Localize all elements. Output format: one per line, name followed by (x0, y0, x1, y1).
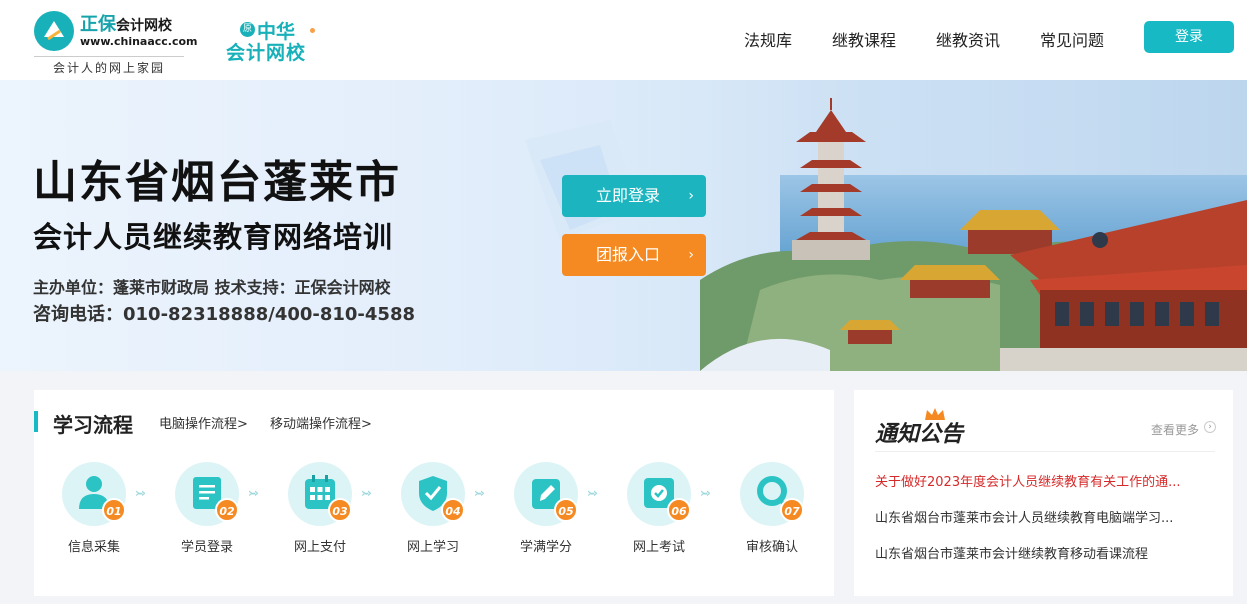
step-arrow-icon: ›-› (248, 486, 259, 500)
step-label: 学员登录 (180, 540, 233, 555)
hero-banner: 山东省烟台蓬莱市 会计人员继续教育网络培训 主办单位：蓬莱市财政局 技术支持：正… (0, 80, 1247, 371)
nav-news[interactable]: 继教资讯 (936, 27, 1000, 51)
banner-organizer: 主办单位：蓬莱市财政局 技术支持：正保会计网校 (33, 278, 391, 297)
step-complete-credits[interactable]: 05 (514, 462, 578, 526)
step-number: 03 (328, 498, 352, 522)
chevron-right-icon: › (688, 188, 694, 204)
step-arrow-icon: ›-› (587, 486, 598, 500)
banner-subtitle: 会计人员继续教育网络培训 (33, 220, 394, 254)
step-label: 网上学习 (406, 540, 459, 555)
site-header: 正保会计网校 www.chinaacc.com 会计人的网上家园 原 中华 会计… (0, 0, 1247, 80)
study-process-title: 学习流程 (53, 413, 133, 437)
logo-slogan: 会计人的网上家园 (34, 56, 184, 76)
step-online-learning[interactable]: 04 (401, 462, 465, 526)
step-info-collection[interactable]: 01 (62, 462, 126, 526)
notice-card: 通知公告 查看更多 › 关于做好2023年度会计人员继续教育有关工作的通... … (854, 390, 1233, 596)
step-number: 01 (102, 498, 126, 522)
step-student-login[interactable]: 02 (175, 462, 239, 526)
step-number: 04 (441, 498, 465, 522)
step-number: 02 (215, 498, 239, 522)
login-now-button[interactable]: 立即登录 › (562, 175, 706, 217)
logo2-badge: 原 (240, 22, 255, 37)
section-accent-bar (34, 411, 38, 432)
chinaacc-logo[interactable]: 正保会计网校 www.chinaacc.com 会计人的网上家园 (34, 9, 198, 76)
step-arrow-icon: ›-› (361, 486, 372, 500)
step-label: 审核确认 (745, 540, 798, 555)
group-register-label: 团报入口 (596, 245, 661, 264)
notice-item[interactable]: 关于做好2023年度会计人员继续教育有关工作的通... (875, 471, 1205, 490)
pc-guide-link[interactable]: 电脑操作流程> (159, 413, 248, 432)
logo2-dot (310, 28, 315, 33)
banner-hotline: 咨询电话：010-82318888/400-810-4588 (33, 304, 415, 325)
banner-title: 山东省烟台蓬莱市 (33, 157, 401, 208)
header-login-button[interactable]: 登录 (1144, 21, 1234, 53)
step-arrow-icon: ›-› (700, 486, 711, 500)
logo2-line2: 会计网校 (226, 42, 307, 64)
step-number: 06 (667, 498, 691, 522)
step-online-payment[interactable]: 03 (288, 462, 352, 526)
step-arrow-icon: ›-› (474, 486, 485, 500)
nav-faq[interactable]: 常见问题 (1040, 27, 1104, 51)
study-process-card: 学习流程 电脑操作流程> 移动端操作流程> 01 信息采集 ›-› 02 学员登… (34, 390, 834, 596)
step-arrow-icon: ›-› (135, 486, 146, 500)
divider (875, 451, 1215, 452)
nav-laws[interactable]: 法规库 (744, 27, 792, 51)
logo-url: www.chinaacc.com (80, 35, 198, 48)
step-number: 07 (780, 498, 804, 522)
mobile-guide-link[interactable]: 移动端操作流程> (270, 413, 372, 432)
notice-title: 通知公告 (875, 421, 964, 447)
logo-brand: 正保会计网校 (80, 14, 172, 35)
step-number: 05 (554, 498, 578, 522)
step-label: 网上支付 (293, 540, 346, 555)
view-more-link[interactable]: 查看更多 (1151, 421, 1199, 438)
step-label: 信息采集 (67, 540, 120, 555)
login-now-label: 立即登录 (596, 186, 661, 205)
logo-emblem-icon (34, 11, 74, 51)
step-label: 网上考试 (632, 540, 685, 555)
nav-courses[interactable]: 继教课程 (832, 27, 896, 51)
chevron-right-icon: › (688, 247, 694, 263)
zhonghua-logo[interactable]: 原 中华 会计网校 (226, 16, 321, 64)
notice-item[interactable]: 山东省烟台市蓬莱市会计人员继续教育电脑端学习... (875, 507, 1205, 526)
chevron-right-icon[interactable]: › (1204, 421, 1216, 433)
step-review-confirm[interactable]: 07 (740, 462, 804, 526)
group-register-button[interactable]: 团报入口 › (562, 234, 706, 276)
notice-item[interactable]: 山东省烟台市蓬莱市会计继续教育移动看课流程 (875, 543, 1205, 562)
step-online-exam[interactable]: 06 (627, 462, 691, 526)
step-label: 学满学分 (519, 540, 572, 555)
